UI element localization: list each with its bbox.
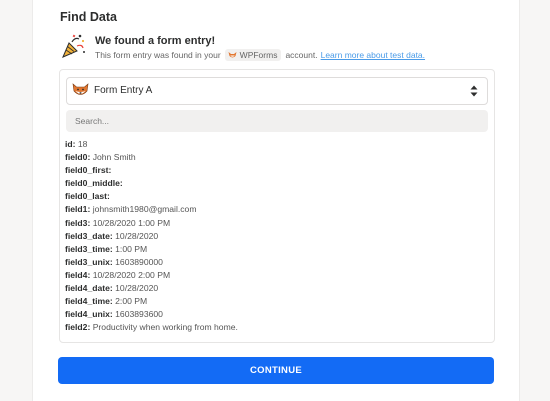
field-value: 1603890000	[115, 256, 163, 267]
field-row: field3: 10/28/2020 1:00 PM	[65, 217, 485, 230]
field-row: field0_last:	[65, 190, 485, 203]
field-row: field4_time: 2:00 PM	[65, 295, 485, 308]
form-entry-label: Form Entry A	[94, 85, 153, 96]
wpforms-fox-icon	[72, 83, 89, 95]
field-row: field2: Productivity when working from h…	[65, 321, 485, 334]
field-key: field4_time:	[65, 296, 113, 307]
field-row: field1: johnsmith1980@gmail.com	[65, 203, 485, 216]
wpforms-fox-icon	[228, 52, 237, 58]
field-key: field1:	[65, 204, 91, 215]
field-value: 18	[77, 139, 88, 149]
field-row: field0_first:	[65, 164, 485, 177]
search-input[interactable]	[66, 110, 488, 132]
field-value: 10/28/2020	[115, 230, 159, 241]
field-row: field4_unix: 1603893600	[65, 308, 485, 321]
app-name: WPForms	[239, 50, 278, 60]
field-row: id: 18	[65, 138, 485, 151]
field-value: 10/28/2020 2:00 PM	[92, 269, 171, 280]
field-value: 1:00 PM	[115, 243, 148, 254]
field-key: field3_time:	[65, 243, 113, 254]
found-description-suffix: account.	[285, 50, 318, 60]
found-description-text: This form entry was found in your	[95, 50, 221, 60]
field-row: field3_unix: 1603890000	[65, 256, 485, 269]
field-row: field0: John Smith	[65, 151, 485, 164]
found-description: This form entry was found in your WPForm…	[95, 49, 425, 61]
entry-panel: Form Entry A id: 18field0: John Smithfie…	[59, 69, 495, 343]
field-key: field0_middle:	[65, 178, 123, 189]
field-row: field0_middle:	[65, 177, 485, 190]
field-key: field3:	[65, 217, 91, 228]
field-value: John Smith	[92, 152, 136, 163]
field-key: field3_unix:	[65, 256, 113, 267]
field-row: field4_date: 10/28/2020	[65, 282, 485, 295]
field-row: field3_time: 1:00 PM	[65, 243, 485, 256]
continue-button[interactable]: CONTINUE	[58, 357, 494, 384]
field-value: 10/28/2020	[115, 283, 159, 294]
entry-fields-list: id: 18 field0: John Smith field0_first: fi…	[65, 138, 485, 334]
field-key: field3_date:	[65, 230, 113, 241]
field-key: field4_date:	[65, 283, 113, 294]
found-entry-notice: We found a form entry! This form entry w…	[60, 33, 510, 63]
learn-more-link[interactable]: Learn more about test data.	[321, 50, 425, 60]
field-value: 1603893600	[115, 309, 163, 320]
field-key: field2:	[65, 322, 91, 333]
app-chip: WPForms	[224, 49, 282, 61]
field-row: field4: 10/28/2020 2:00 PM	[65, 269, 485, 282]
field-key: field0_first:	[65, 165, 112, 176]
select-arrows-icon	[470, 85, 478, 97]
field-value: 2:00 PM	[115, 296, 148, 307]
field-value: Productivity when working from home.	[92, 322, 238, 333]
field-key: field0:	[65, 152, 91, 163]
field-row: field3_date: 10/28/2020	[65, 230, 485, 243]
field-key: field4:	[65, 269, 91, 280]
section-title: Find Data	[60, 10, 117, 24]
field-value: 10/28/2020 1:00 PM	[92, 217, 171, 228]
form-entry-select[interactable]: Form Entry A	[66, 77, 488, 105]
field-key: field0_last:	[65, 191, 110, 202]
field-value: johnsmith1980@gmail.com	[92, 204, 197, 215]
field-key: field4_unix:	[65, 309, 113, 320]
party-popper-icon	[62, 34, 85, 58]
found-title: We found a form entry!	[95, 35, 216, 47]
field-key: id:	[65, 139, 76, 149]
